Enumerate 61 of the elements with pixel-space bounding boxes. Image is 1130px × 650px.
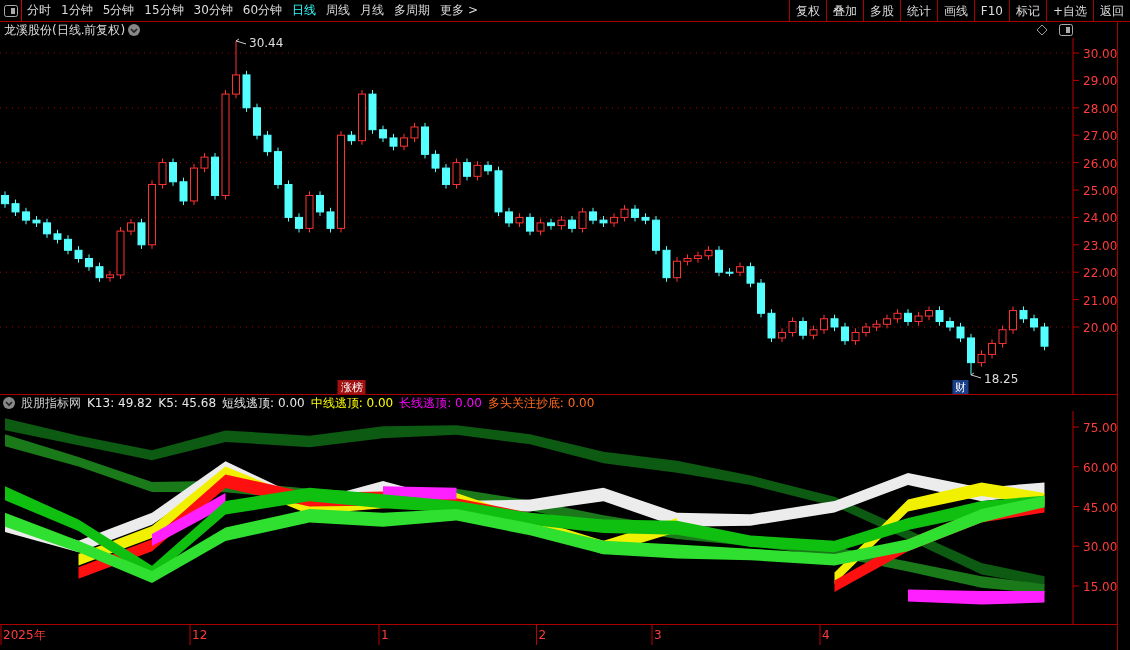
axis-label: 20.00 xyxy=(1083,321,1117,335)
period-tab[interactable]: 多周期 xyxy=(389,0,436,21)
period-tab[interactable]: 分时 xyxy=(22,0,56,21)
axis-label: 45.00 xyxy=(1083,500,1117,515)
axis-label: 22.00 xyxy=(1083,266,1117,281)
leader-line xyxy=(970,372,982,379)
date-label: 3 xyxy=(654,628,662,642)
period-tab[interactable]: 15分钟 xyxy=(139,0,189,21)
toolbar-button[interactable]: 复权 xyxy=(788,0,826,21)
axis-label: 25.00 xyxy=(1083,184,1117,198)
axis-label: 23.00 xyxy=(1083,238,1117,253)
indicator-reading: 长线逃顶: 0.00 xyxy=(399,395,482,411)
axis-label: 26.00 xyxy=(1083,156,1117,171)
axis-label: 29.00 xyxy=(1083,74,1117,89)
axis-label: 75.00 xyxy=(1083,421,1117,435)
period-tab[interactable]: 60分钟 xyxy=(237,0,288,21)
event-tag-label: 财 xyxy=(955,381,966,394)
dropdown-icon[interactable] xyxy=(3,397,15,409)
axis-label: 15.00 xyxy=(1083,580,1117,594)
date-label: 2 xyxy=(538,628,547,642)
dropdown-icon[interactable] xyxy=(128,24,141,36)
toolbar-button[interactable]: 标记 xyxy=(1008,0,1046,21)
toolbar-button[interactable]: 多股 xyxy=(862,0,900,21)
panel-toggle-icon[interactable] xyxy=(3,4,18,17)
price-label: 30.44 xyxy=(249,38,284,50)
indicator-reading: K13: 49.82 xyxy=(87,395,153,411)
indicator-name: 股朋指标网 xyxy=(21,395,81,411)
period-tab[interactable]: 30分钟 xyxy=(188,0,238,21)
panel-toggle-icon[interactable] xyxy=(1059,24,1073,36)
axis-label: 30.00 xyxy=(1083,47,1117,61)
indicator-reading: 短线逃顶: 0.00 xyxy=(222,395,305,411)
diamond-icon[interactable] xyxy=(1036,24,1048,36)
period-tab[interactable]: 日线 xyxy=(287,0,322,21)
toolbar-button[interactable]: 叠加 xyxy=(825,0,863,21)
axis-label: 30.00 xyxy=(1083,540,1117,555)
period-tab[interactable]: 月线 xyxy=(355,0,390,21)
price-label: 18.25 xyxy=(984,371,1019,386)
period-tab[interactable]: 更多 > xyxy=(435,0,483,21)
date-label: 1 xyxy=(381,628,389,642)
toolbar-button[interactable]: 画线 xyxy=(936,0,974,21)
period-tab[interactable]: 1分钟 xyxy=(56,0,98,21)
toolbar-button[interactable]: F10 xyxy=(973,0,1009,21)
event-tag-label: 涨榜 xyxy=(340,381,363,394)
axis-label: 60.00 xyxy=(1083,460,1117,475)
axis-label: 21.00 xyxy=(1083,293,1117,308)
toolbar-button[interactable]: 返回 xyxy=(1093,0,1130,21)
date-label: 2025年 xyxy=(3,628,46,642)
date-label: 12 xyxy=(192,628,208,642)
axis-label: 27.00 xyxy=(1083,129,1117,144)
axis-label: 28.00 xyxy=(1083,101,1117,116)
stock-title: 龙溪股份(日线.前复权) xyxy=(4,22,126,38)
toolbar-button[interactable]: 统计 xyxy=(899,0,937,21)
toolbar-button[interactable]: +自选 xyxy=(1045,0,1093,21)
date-label: 4 xyxy=(822,628,830,642)
indicator-reading: 多头关注抄底: 0.00 xyxy=(487,395,595,411)
indicator-reading: 中线逃顶: 0.00 xyxy=(310,395,394,411)
axis-label: 24.00 xyxy=(1083,211,1117,226)
period-tab[interactable]: 周线 xyxy=(321,0,356,21)
indicator-reading: K5: 45.68 xyxy=(158,395,217,411)
period-tab[interactable]: 5分钟 xyxy=(97,0,140,21)
leader-line xyxy=(235,38,247,45)
